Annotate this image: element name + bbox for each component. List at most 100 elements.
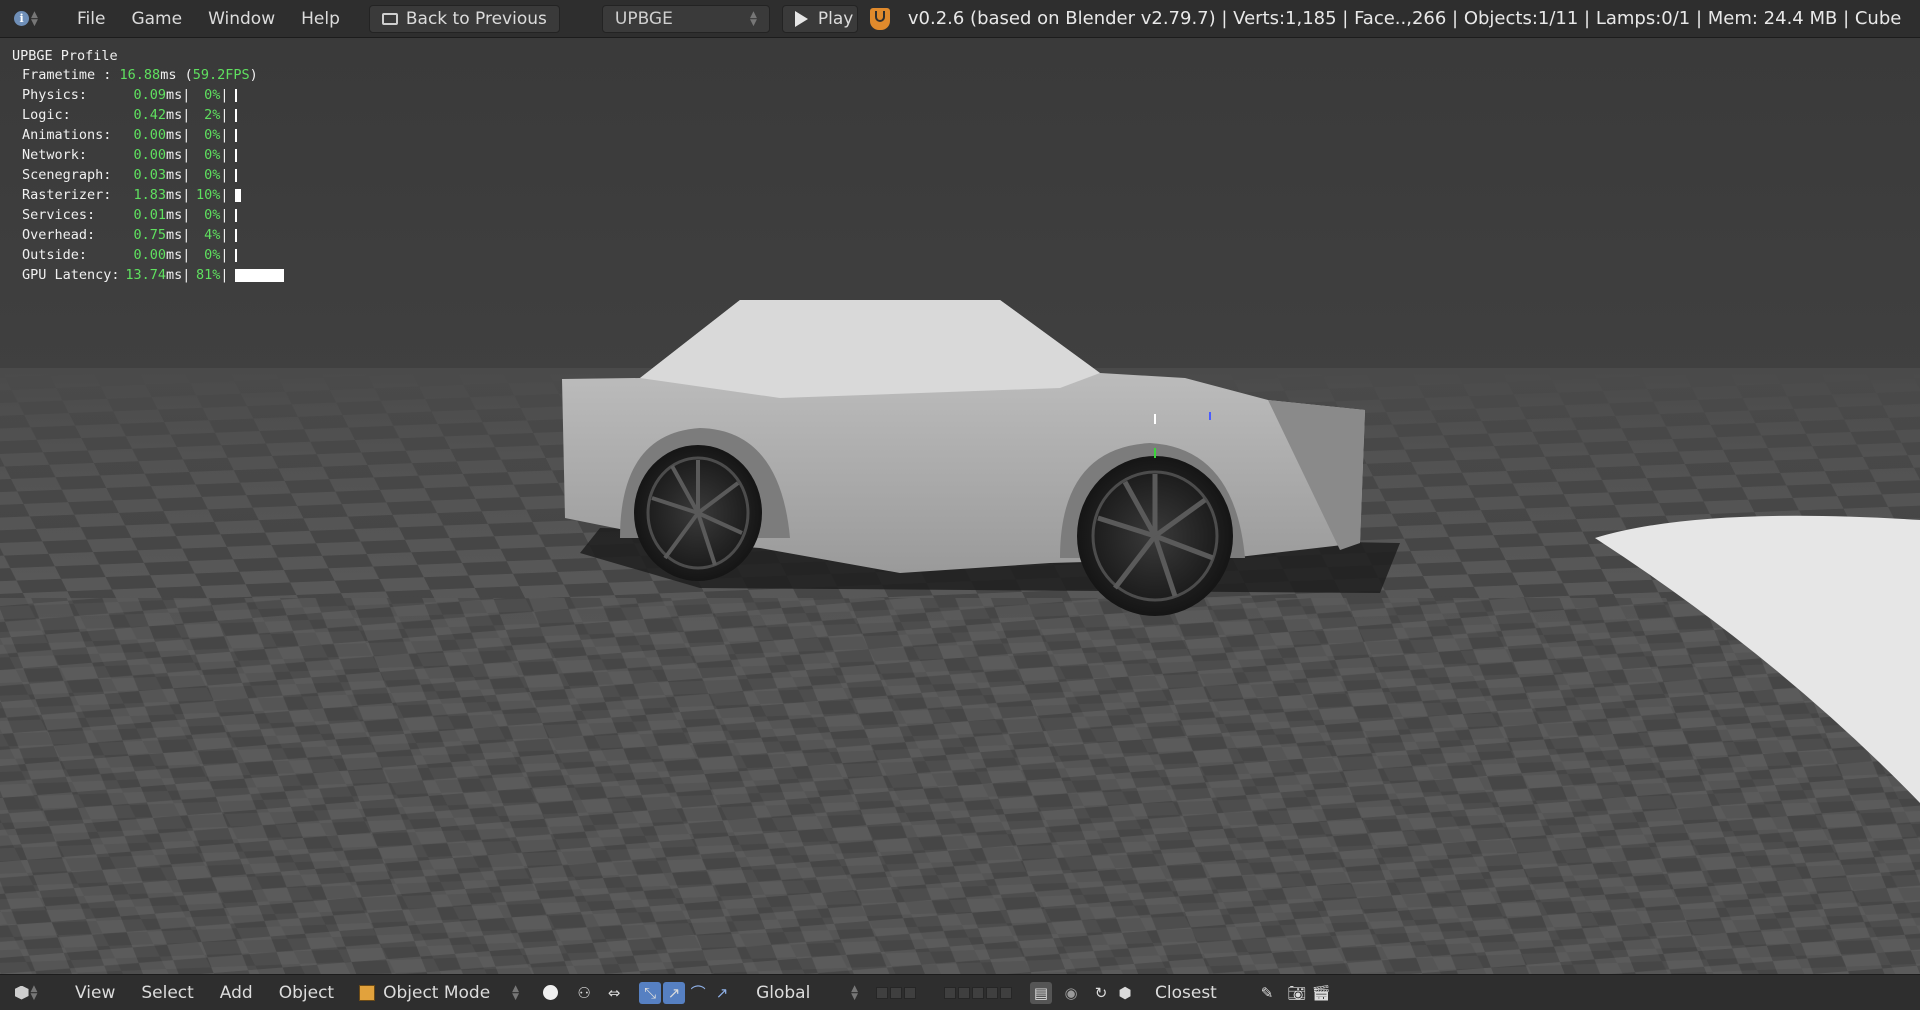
editor-type-button[interactable]: i ▲ ▼ <box>10 5 42 33</box>
3d-viewport[interactable]: UPBGE Profile Frametime : 16.88 ms ( 59.… <box>0 38 1920 974</box>
profile-row: GPU Latency: 13.74 ms| 81% | <box>12 265 284 285</box>
layer-buttons-2[interactable] <box>944 986 1013 999</box>
profile-row: Overhead: 0.75 ms| 4% | <box>12 225 284 245</box>
menu-help[interactable]: Help <box>288 0 353 38</box>
frametime-ms: 16.88 <box>119 67 161 83</box>
profile-row: Network: 0.00 ms| 0% | <box>12 145 284 165</box>
snap-toggle-button[interactable]: ↻ <box>1090 982 1112 1004</box>
snap-target-select[interactable]: Closest <box>1142 983 1256 1003</box>
render-animation-button[interactable]: 🎬︎ <box>1310 982 1332 1004</box>
viewport-editor-type-button[interactable]: ▲ ▼ <box>10 979 42 1007</box>
profile-row-ms: 0.42 <box>133 107 166 123</box>
layer-3-button[interactable] <box>904 986 917 999</box>
layer-8-button[interactable] <box>1000 986 1013 999</box>
viewport-shading-button[interactable] <box>539 982 561 1004</box>
rotate-manipulator-button[interactable]: ↗ <box>663 981 686 1004</box>
profile-row-pct: 0% <box>204 247 221 263</box>
snap-element-button[interactable]: ⬢ <box>1114 982 1136 1004</box>
scale-icon: ↗ <box>715 983 729 1002</box>
layer-4-button[interactable] <box>944 986 957 999</box>
pivot-point-icon: ⚇ <box>577 983 591 1002</box>
snap-align-button[interactable]: ✎ <box>1256 982 1278 1004</box>
proportional-edit-icon: ◉ <box>1064 983 1078 1002</box>
frametime-fps: 59.2FPS <box>192 67 250 83</box>
menu-view[interactable]: View <box>62 983 128 1003</box>
profile-row-bar <box>234 268 284 282</box>
profile-row-name: Logic: <box>22 107 71 123</box>
chevron-updown-icon: ▲ ▼ <box>851 983 859 1002</box>
profile-row-pct: 0% <box>204 167 221 183</box>
frametime-label: Frametime : <box>22 67 112 83</box>
menu-file[interactable]: File <box>64 0 118 38</box>
screen-back-icon <box>381 12 398 25</box>
profile-row-name: Physics: <box>22 87 88 103</box>
profile-row-ms: 0.00 <box>133 247 166 263</box>
manipulator-toggle[interactable]: ⇔ <box>603 982 625 1004</box>
profile-row-ms: 0.09 <box>133 87 166 103</box>
profile-row-name: Scenegraph: <box>22 167 112 183</box>
lock-camera-button[interactable]: ▤ <box>1030 981 1053 1004</box>
profile-row-ms: 1.83 <box>133 187 166 203</box>
profile-row-pct: 0% <box>204 207 221 223</box>
menu-select[interactable]: Select <box>128 983 206 1003</box>
profile-row-bar <box>234 168 237 182</box>
interaction-mode-value: Object Mode <box>383 982 491 1003</box>
layer-6-button[interactable] <box>972 986 985 999</box>
profile-row: Services: 0.01 ms| 0% | <box>12 205 284 225</box>
menu-window[interactable]: Window <box>195 0 288 38</box>
render-still-button[interactable]: 📷︎ <box>1286 982 1308 1004</box>
profile-row-ms: 0.03 <box>133 167 166 183</box>
back-to-previous-label: Back to Previous <box>405 8 547 29</box>
render-engine-value: UPBGE <box>614 8 673 29</box>
profile-row-bar <box>234 128 237 142</box>
profile-row-name: Animations: <box>22 127 112 143</box>
layer-1-button[interactable] <box>876 986 889 999</box>
clapper-icon: 🎬︎ <box>1311 983 1331 1002</box>
profile-row-bar <box>234 208 237 222</box>
updown-arrows-icon: ▲ ▼ <box>30 983 38 1002</box>
render-engine-select[interactable]: UPBGE ▲ ▼ <box>601 4 770 33</box>
proportional-edit-button[interactable]: ◉ <box>1060 982 1082 1004</box>
profile-row-pct: 4% <box>204 227 221 243</box>
3d-view-cube-icon <box>14 985 29 1000</box>
rotate-arrow-icon: ↗ <box>667 983 681 1002</box>
layer-5-button[interactable] <box>958 986 971 999</box>
profile-row: Outside: 0.00 ms| 0% | <box>12 245 284 265</box>
profile-row-name: Services: <box>22 207 96 223</box>
transform-orientation-select[interactable]: Global <box>743 983 849 1003</box>
scene-stats: v0.2.6 (based on Blender v2.79.7) | Vert… <box>907 8 1902 29</box>
menu-game[interactable]: Game <box>118 0 195 38</box>
solid-shading-icon <box>542 985 558 1000</box>
layer-7-button[interactable] <box>986 986 999 999</box>
viewport-scene <box>0 38 1920 974</box>
viewport-header: ▲ ▼ View Select Add Object Object Mode ▲ ▼… <box>0 974 1920 1010</box>
layer-buttons[interactable] <box>876 986 917 999</box>
play-icon <box>794 10 808 27</box>
transform-orientation-value: Global <box>756 982 811 1003</box>
scale-manipulator-button[interactable]: ↗ <box>711 982 733 1004</box>
profile-row-ms: 0.00 <box>133 147 166 163</box>
upbge-profile-panel: UPBGE Profile Frametime : 16.88 ms ( 59.… <box>12 46 284 285</box>
chevron-updown-icon: ▲ ▼ <box>512 983 520 1002</box>
profile-row-bar <box>234 248 237 262</box>
interaction-mode-select[interactable]: Object Mode ▲ ▼ <box>359 983 519 1003</box>
rotate-curve-button[interactable]: ⌒ <box>687 982 709 1004</box>
menu-add[interactable]: Add <box>207 983 266 1003</box>
back-to-previous-button[interactable]: Back to Previous <box>368 4 560 33</box>
play-button[interactable]: Play <box>781 4 858 33</box>
layer-2-button[interactable] <box>890 986 903 999</box>
menu-object[interactable]: Object <box>266 983 347 1003</box>
profile-row-bar <box>234 228 237 242</box>
profile-row-name: Network: <box>22 147 88 163</box>
profile-row-ms: 13.74 <box>125 267 166 283</box>
pivot-point-button[interactable]: ⚇ <box>573 982 595 1004</box>
profile-row-name: GPU Latency: <box>22 267 120 283</box>
profile-row-ms: 0.75 <box>133 227 166 243</box>
play-label: Play <box>817 8 854 29</box>
profile-row-pct: 2% <box>204 107 221 123</box>
translate-manipulator-button[interactable]: ⤡ <box>639 981 662 1004</box>
object-mode-icon <box>359 984 376 1001</box>
profile-row: Physics: 0.09 ms| 0% | <box>12 85 284 105</box>
curve-icon: ⌒ <box>690 984 706 1002</box>
profile-row-name: Outside: <box>22 247 88 263</box>
